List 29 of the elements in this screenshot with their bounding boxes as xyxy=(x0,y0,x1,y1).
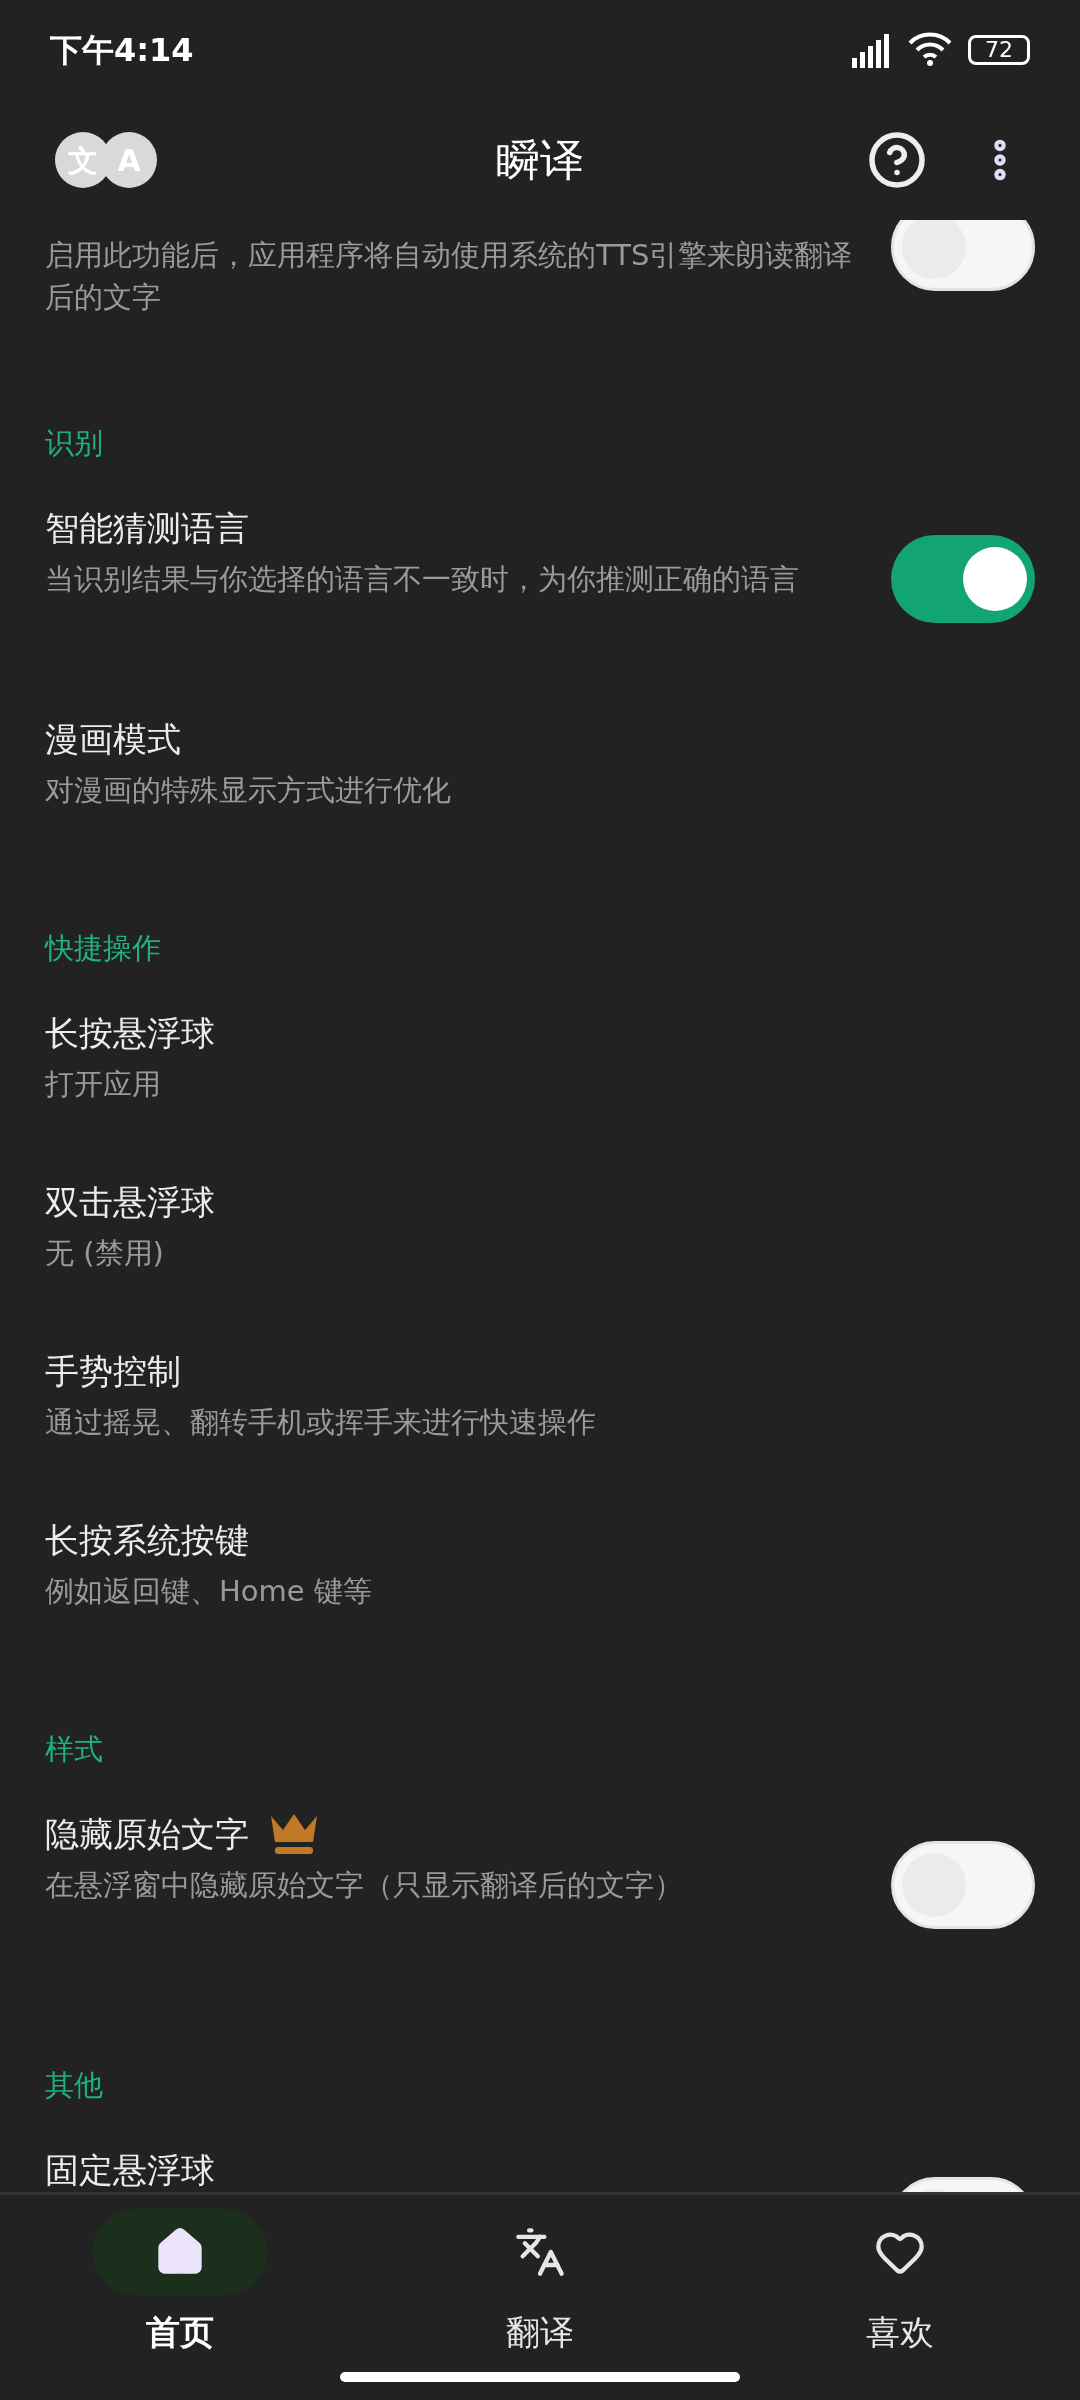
setting-description: 无 (禁用) xyxy=(45,1235,165,1272)
setting-description: 例如返回键、Home 键等 xyxy=(45,1573,373,1610)
toggle-switch[interactable] xyxy=(891,220,1035,291)
setting-description: 打开应用 xyxy=(45,1066,162,1103)
status-time: 下午4:14 xyxy=(50,30,194,71)
section-header: 其他 xyxy=(45,2066,103,2104)
setting-title[interactable]: 智能猜测语言 xyxy=(45,508,249,548)
battery-indicator: 72 xyxy=(968,35,1030,65)
setting-description: 通过摇晃、翻转手机或挥手来进行快速操作 xyxy=(45,1404,597,1441)
nav-tab[interactable]: 翻译 xyxy=(452,2209,628,2358)
setting-title[interactable]: 固定悬浮球 xyxy=(45,2150,215,2190)
setting-title[interactable]: 隐藏原始文字 xyxy=(45,1814,249,1854)
help-icon[interactable] xyxy=(867,130,927,190)
setting-description: 对漫画的特殊显示方式进行优化 xyxy=(45,772,452,809)
setting-title[interactable]: 手势控制 xyxy=(45,1351,181,1391)
setting-description: 当识别结果与你选择的语言不一致时，为你推测正确的语言 xyxy=(45,561,800,598)
setting-title[interactable]: 双击悬浮球 xyxy=(45,1182,215,1222)
wifi-icon xyxy=(908,31,952,69)
setting-title[interactable]: 漫画模式 xyxy=(45,719,181,759)
setting-description: 启用此功能后，应用程序将自动使用系统的TTS引擎来朗读翻译后的文字 xyxy=(45,237,854,316)
section-header: 样式 xyxy=(45,1730,103,1768)
setting-title[interactable]: 长按悬浮球 xyxy=(45,1013,215,1053)
section-header: 识别 xyxy=(45,424,103,462)
setting-title[interactable]: 长按系统按键 xyxy=(45,1520,249,1560)
app-title: 瞬译 xyxy=(496,133,584,187)
setting-description: 在悬浮窗中隐藏原始文字（只显示翻译后的文字） xyxy=(45,1867,684,1904)
translate-icon xyxy=(514,2226,566,2278)
section-header: 快捷操作 xyxy=(45,929,161,967)
nav-tab[interactable]: 喜欢 xyxy=(812,2209,988,2358)
